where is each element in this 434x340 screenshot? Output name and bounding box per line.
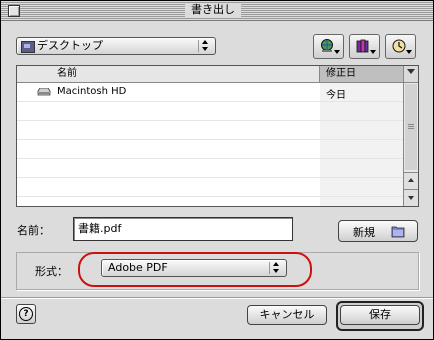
list-item-empty — [17, 102, 403, 121]
list-item-name: Macintosh HD — [57, 86, 127, 97]
list-item-date: 今日 — [326, 90, 346, 101]
column-header-date[interactable]: 修正日 — [320, 66, 403, 82]
date-column-bg — [320, 178, 403, 196]
column-header-name-label: 名前 — [57, 68, 77, 79]
file-list[interactable]: 名前 修正日 Macintosh HD 今日 — [16, 65, 419, 207]
chevron-down-icon — [406, 50, 412, 54]
popup-arrows-icon — [198, 40, 211, 52]
location-popup[interactable]: デスクトップ — [16, 37, 216, 55]
date-column-bg — [320, 159, 403, 177]
title-bar[interactable]: 書き出し — [1, 1, 433, 21]
list-item-empty — [17, 197, 403, 206]
list-item-empty — [17, 140, 403, 159]
scroll-track[interactable] — [405, 84, 417, 170]
chevron-down-icon — [334, 50, 340, 54]
date-column-bg — [320, 140, 403, 158]
sort-order-button[interactable] — [404, 66, 418, 83]
new-folder-button[interactable]: 新規 — [338, 220, 418, 242]
help-button[interactable]: ? — [16, 304, 36, 324]
cancel-label: キャンセル — [259, 308, 315, 321]
folder-icon — [391, 226, 405, 238]
save-label: 保存 — [369, 308, 391, 321]
highlight-oval — [78, 252, 312, 287]
arrow-up-icon — [408, 178, 414, 182]
arrow-down-icon — [408, 196, 414, 200]
favorites-button[interactable] — [349, 34, 380, 59]
close-box[interactable] — [8, 5, 20, 17]
date-column-bg — [320, 197, 403, 206]
format-label: 形式： — [35, 265, 68, 278]
cancel-button[interactable]: キャンセル — [247, 305, 327, 325]
list-item-empty — [17, 178, 403, 197]
column-header-date-label: 修正日 — [326, 68, 356, 79]
list-item[interactable]: Macintosh HD 今日 — [17, 83, 403, 102]
sort-triangle-icon — [407, 69, 415, 74]
name-label: 名前： — [17, 224, 50, 237]
date-column-bg — [320, 102, 403, 120]
recent-button[interactable] — [385, 34, 416, 59]
date-column-bg — [320, 121, 403, 139]
new-folder-label: 新規 — [353, 226, 375, 239]
server-button[interactable] — [313, 34, 344, 59]
save-button[interactable]: 保存 — [340, 305, 420, 325]
name-field[interactable] — [73, 217, 293, 241]
scroll-down-button[interactable] — [404, 189, 418, 206]
list-header: 名前 修正日 — [17, 66, 403, 83]
list-rows: Macintosh HD 今日 — [17, 83, 403, 206]
desktop-folder-icon — [21, 41, 35, 53]
grip-icon — [408, 124, 414, 125]
clock-icon — [392, 39, 406, 53]
window-title: 書き出し — [185, 3, 241, 17]
book-icon — [356, 39, 369, 53]
name-input[interactable] — [74, 218, 282, 237]
export-dialog: 書き出し デスクトップ 名前 修正日 Macintosh HD 今日 名前： 書… — [0, 0, 434, 340]
hard-disk-icon — [37, 88, 51, 96]
help-icon: ? — [19, 307, 33, 321]
globe-icon — [321, 39, 333, 52]
list-item-empty — [17, 121, 403, 140]
divider — [1, 297, 433, 299]
chevron-down-icon — [370, 50, 376, 54]
list-item-empty — [17, 159, 403, 178]
column-header-name[interactable]: 名前 — [17, 66, 320, 82]
location-popup-value: デスクトップ — [37, 39, 103, 52]
scroll-up-button[interactable] — [404, 172, 418, 189]
vertical-scrollbar[interactable] — [403, 66, 418, 206]
